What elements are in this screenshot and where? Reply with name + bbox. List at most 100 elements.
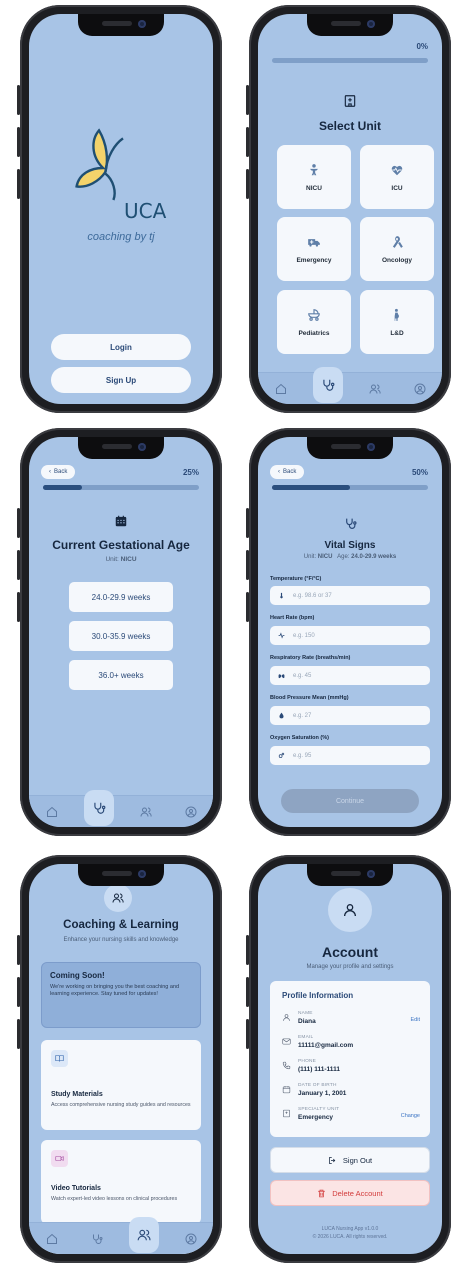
edit-link[interactable]: Edit xyxy=(411,1017,420,1023)
section-title: Profile Information xyxy=(282,991,354,1000)
mail-icon xyxy=(282,1038,291,1045)
bottom-nav xyxy=(258,366,442,404)
unit-value: NICU xyxy=(317,554,333,560)
unit-label: Oncology xyxy=(382,256,412,264)
user-icon xyxy=(344,904,356,917)
notch xyxy=(78,864,164,886)
nav-home[interactable] xyxy=(268,376,294,402)
ribbon-icon xyxy=(392,235,403,248)
video-icon-box xyxy=(51,1150,68,1167)
page-subtitle: Manage your profile and settings xyxy=(306,964,394,970)
progress-fill xyxy=(272,485,350,490)
sign-out-button[interactable]: Sign Out xyxy=(270,1147,430,1173)
user-icon xyxy=(283,1014,290,1021)
back-label: Back xyxy=(54,469,68,475)
droplet-icon xyxy=(279,712,284,719)
users-icon xyxy=(369,384,381,394)
home-icon xyxy=(46,1233,57,1244)
row-key: EMAIL xyxy=(298,1035,314,1040)
unit-label: L&D xyxy=(390,329,404,337)
phone-select-unit: 0% Select Unit NICU ICU Emergency Oncolo… xyxy=(246,5,451,413)
page-title: Current Gestational Age xyxy=(52,538,190,552)
nav-home[interactable] xyxy=(39,1226,65,1252)
phone-vital-signs: ‹ Back 50% Vital Signs Unit: NICU Age: 24… xyxy=(246,428,451,836)
coaching-avatar xyxy=(104,884,132,912)
age-option-1[interactable]: 24.0-29.9 weeks xyxy=(69,582,173,612)
users-icon xyxy=(140,807,152,817)
age-option-2[interactable]: 30.0-35.9 weeks xyxy=(69,621,173,651)
placeholder: e.g. 95 xyxy=(293,752,312,759)
temperature-input[interactable]: e.g. 98.6 or 37 xyxy=(270,586,430,605)
brand-text: UCA xyxy=(124,199,167,223)
heart-rate-input[interactable]: e.g. 150 xyxy=(270,626,430,645)
nav-account[interactable] xyxy=(178,799,204,825)
nav-coaching[interactable] xyxy=(128,1216,159,1253)
sign-out-label: Sign Out xyxy=(342,1155,373,1165)
temperature-label: Temperature (°F/°C) xyxy=(270,576,322,582)
page-title: Account xyxy=(322,944,378,960)
bottom-nav xyxy=(29,1216,213,1254)
baby-icon xyxy=(309,163,319,175)
progress-percent: 25% xyxy=(182,468,199,477)
blood-pressure-input[interactable]: e.g. 27 xyxy=(270,706,430,725)
calendar-icon xyxy=(282,1086,291,1094)
card-desc: Watch expert-led video lessons on clinic… xyxy=(51,1196,178,1202)
study-materials-card[interactable]: Study Materials Access comprehensive nur… xyxy=(41,1040,201,1130)
oxygen-saturation-input[interactable]: e.g. 95 xyxy=(270,746,430,765)
age-option-3[interactable]: 36.0+ weeks xyxy=(69,660,173,690)
stroller-icon xyxy=(308,308,320,321)
login-button[interactable]: Login xyxy=(51,334,191,360)
back-button[interactable]: ‹ Back xyxy=(41,465,76,479)
respiratory-rate-input[interactable]: e.g. 45 xyxy=(270,666,430,685)
nav-assessment[interactable] xyxy=(84,1226,110,1252)
trash-icon xyxy=(318,1189,326,1197)
video-icon xyxy=(55,1155,64,1162)
unit-line: Unit: NICU xyxy=(29,556,213,563)
stethoscope-icon xyxy=(322,379,334,391)
back-button[interactable]: ‹ Back xyxy=(270,465,305,479)
row-key: DATE OF BIRTH xyxy=(298,1083,337,1088)
unit-value: NICU xyxy=(120,556,137,563)
video-tutorials-card[interactable]: Video Tutorials Watch expert-led video l… xyxy=(41,1140,201,1224)
progress-bar xyxy=(43,485,199,490)
pregnant-icon xyxy=(394,308,399,321)
nav-coaching[interactable] xyxy=(362,376,388,402)
tagline: coaching by tj xyxy=(87,231,155,243)
card-desc: Access comprehensive nursing study guide… xyxy=(51,1102,191,1108)
unit-card-ld[interactable]: L&D xyxy=(360,290,434,354)
continue-button[interactable]: Continue xyxy=(281,789,419,813)
unit-card-icu[interactable]: ICU xyxy=(360,145,434,209)
progress-bar xyxy=(272,58,428,63)
heart-rate-label: Heart Rate (bpm) xyxy=(270,615,315,621)
progress-bar xyxy=(272,485,428,490)
back-label: Back xyxy=(283,469,297,475)
phone-coaching: Coaching & Learning Enhance your nursing… xyxy=(17,855,222,1263)
nav-account[interactable] xyxy=(407,376,433,402)
context-line: Unit: NICU Age: 24.0-29.9 weeks xyxy=(258,554,442,560)
change-link[interactable]: Change xyxy=(401,1113,420,1119)
nav-assessment[interactable] xyxy=(83,789,114,826)
oxygen-saturation-label: Oxygen Saturation (%) xyxy=(270,735,329,741)
footer-version: LUCA Nursing App v1.0.0 xyxy=(321,1226,379,1232)
nav-home[interactable] xyxy=(39,799,65,825)
nav-account[interactable] xyxy=(178,1226,204,1252)
users-icon xyxy=(137,1229,150,1240)
unit-card-emergency[interactable]: Emergency xyxy=(277,217,351,281)
nav-coaching[interactable] xyxy=(133,799,159,825)
notch xyxy=(307,864,393,886)
users-icon xyxy=(112,893,124,903)
user-circle-icon xyxy=(185,806,196,817)
progress-percent: 0% xyxy=(416,42,428,51)
row-key: PHONE xyxy=(298,1059,317,1064)
phone-login: UCA coaching by tj Login Sign Up xyxy=(17,5,222,413)
unit-card-pediatrics[interactable]: Pediatrics xyxy=(277,290,351,354)
select-unit-screen: 0% Select Unit NICU ICU Emergency Oncolo… xyxy=(258,14,442,404)
unit-card-oncology[interactable]: Oncology xyxy=(360,217,434,281)
unit-card-nicu[interactable]: NICU xyxy=(277,145,351,209)
nav-assessment[interactable] xyxy=(312,366,343,403)
age-value: 24.0-29.9 weeks xyxy=(351,554,397,560)
delete-account-button[interactable]: Delete Account xyxy=(270,1180,430,1206)
phone-gestational-age: ‹ Back 25% Current Gestational Age Unit: … xyxy=(17,428,222,836)
signup-button[interactable]: Sign Up xyxy=(51,367,191,393)
unit-prefix: Unit: xyxy=(303,554,317,560)
